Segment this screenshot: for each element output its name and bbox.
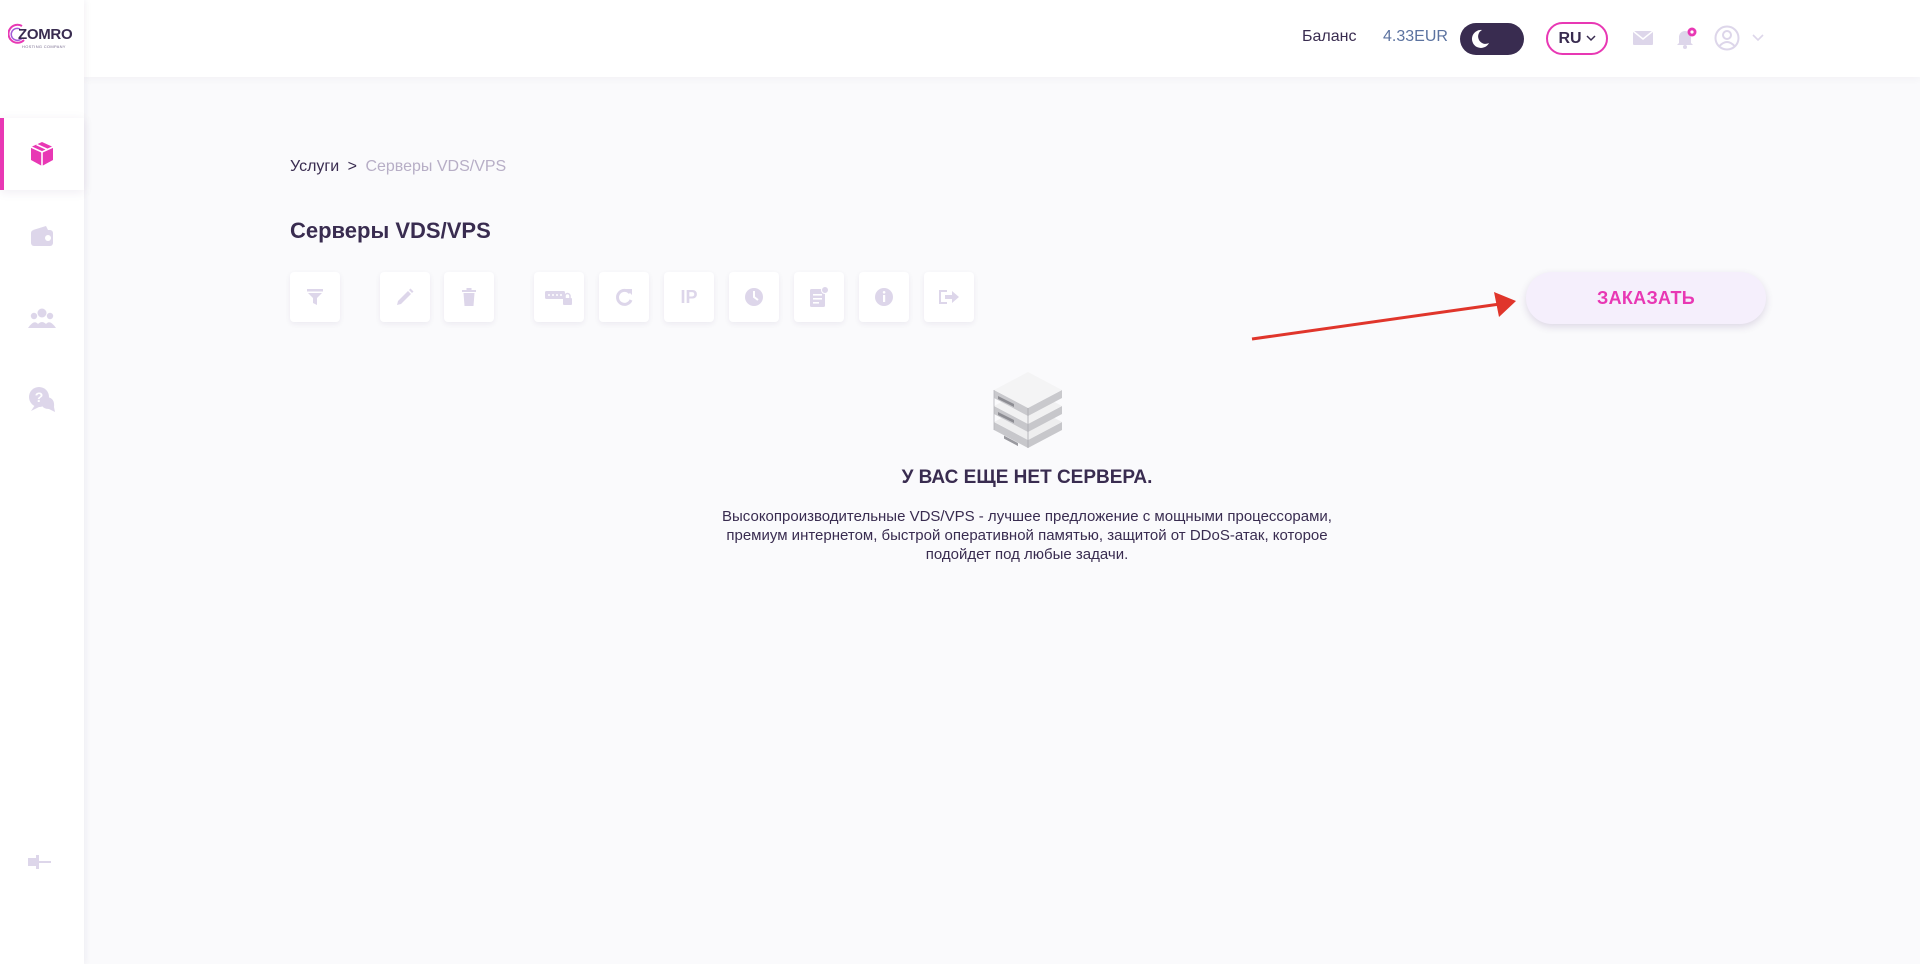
- breadcrumb-current: Серверы VDS/VPS: [365, 158, 507, 175]
- reload-icon: [616, 288, 633, 306]
- history-button[interactable]: [729, 272, 779, 322]
- page-title: Серверы VDS/VPS: [290, 218, 491, 243]
- breadcrumb: Услуги > Серверы VDS/VPS: [290, 158, 506, 176]
- top-header: Баланс 4.33EUR RU: [84, 0, 1920, 77]
- annotation-arrow: [1251, 292, 1516, 341]
- collapse-sidebar-button[interactable]: [26, 852, 56, 872]
- balance-value[interactable]: 4.33EUR: [1383, 28, 1448, 46]
- delete-icon: [462, 288, 476, 306]
- chevron-down-icon: [1586, 35, 1596, 42]
- sidebar: ZOMRO HOSTING COMPANY ?: [0, 0, 84, 964]
- reload-button[interactable]: [599, 272, 649, 322]
- instruction-icon: [810, 286, 829, 307]
- order-button[interactable]: ЗАКАЗАТЬ: [1526, 272, 1766, 324]
- balance-label: Баланс: [1302, 28, 1357, 45]
- theme-toggle[interactable]: [1460, 23, 1524, 55]
- edit-button[interactable]: [380, 272, 430, 322]
- sidebar-item-users[interactable]: [0, 282, 84, 354]
- breadcrumb-separator: >: [347, 158, 357, 175]
- users-icon: [28, 308, 56, 328]
- notifications-button[interactable]: [1674, 26, 1698, 50]
- delete-button[interactable]: [444, 272, 494, 322]
- ip-button[interactable]: IP: [664, 272, 714, 322]
- history-icon: [745, 288, 763, 306]
- login-icon: [939, 290, 959, 304]
- sidebar-item-support[interactable]: ?: [0, 364, 84, 436]
- server-stack-icon: [993, 372, 1062, 448]
- zomro-logo[interactable]: ZOMRO HOSTING COMPANY: [8, 22, 80, 52]
- ip-icon: IP: [680, 286, 698, 307]
- logo-tagline: HOSTING COMPANY: [22, 44, 66, 49]
- user-menu[interactable]: [1714, 25, 1774, 53]
- breadcrumb-services-link[interactable]: Услуги: [290, 158, 339, 175]
- info-icon: [875, 288, 893, 306]
- info-button[interactable]: [859, 272, 909, 322]
- empty-state-description: Высокопроизводительные VDS/VPS - лучшее …: [722, 508, 1332, 563]
- support-chat-icon: ?: [29, 387, 55, 412]
- language-value: RU: [1558, 29, 1582, 47]
- sidebar-item-finance[interactable]: [0, 200, 84, 272]
- edit-icon: [397, 288, 414, 305]
- logo-text: ZOMRO: [18, 26, 73, 43]
- box-icon: [30, 142, 54, 166]
- instruction-button[interactable]: [794, 272, 844, 322]
- login-button[interactable]: [924, 272, 974, 322]
- sidebar-item-services[interactable]: [0, 118, 84, 190]
- wallet-icon: [31, 226, 53, 246]
- svg-text:?: ?: [35, 389, 44, 405]
- moon-icon: [1471, 29, 1489, 48]
- filter-button[interactable]: [290, 272, 340, 322]
- password-icon: [545, 291, 572, 305]
- filter-icon: [307, 289, 323, 305]
- user-avatar-icon: [1714, 25, 1740, 51]
- language-select[interactable]: RU: [1546, 22, 1608, 55]
- empty-state-title: У ВАС ЕЩЕ НЕТ СЕРВЕРА.: [901, 467, 1153, 488]
- chevron-down-icon: [1752, 34, 1764, 42]
- mail-icon[interactable]: [1632, 30, 1654, 46]
- bell-icon: [1677, 27, 1697, 49]
- password-button[interactable]: [534, 272, 584, 322]
- collapse-sidebar-icon: [28, 855, 51, 869]
